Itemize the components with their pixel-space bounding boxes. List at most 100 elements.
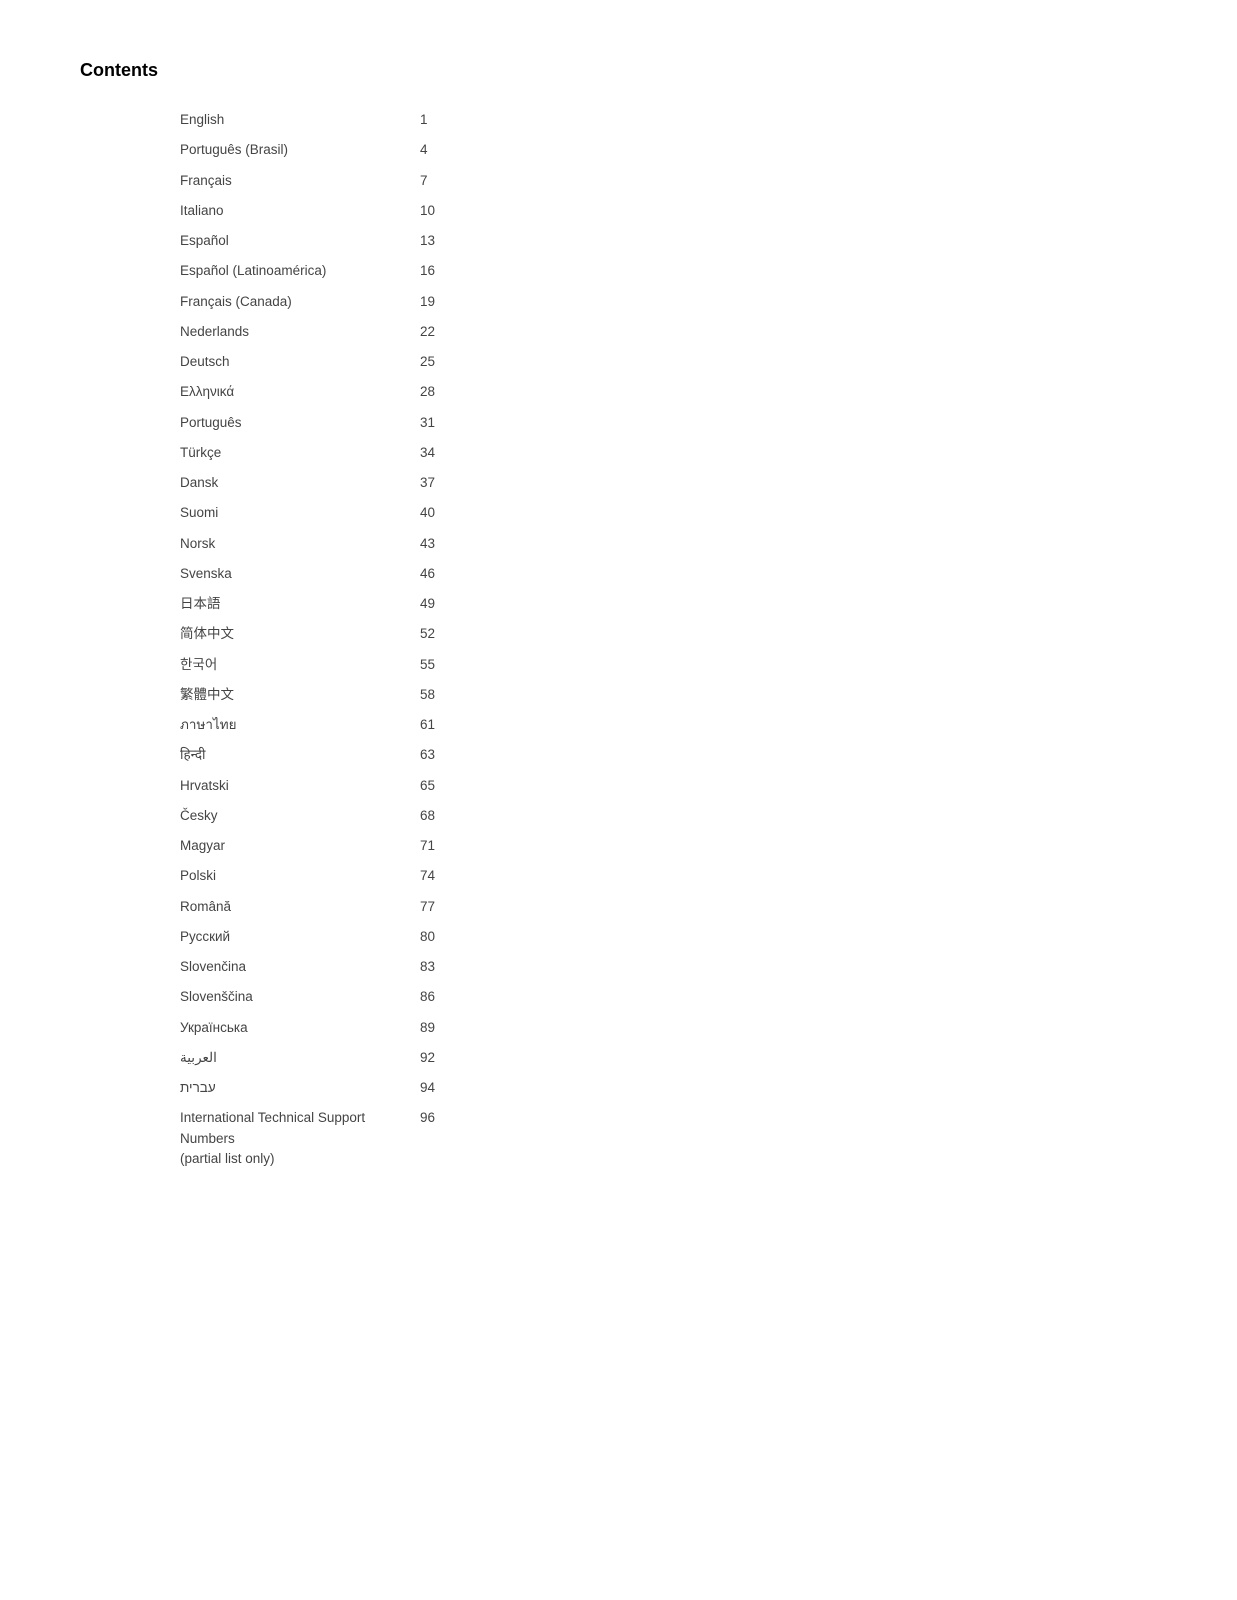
toc-page-number: 7 [420,171,440,191]
toc-label: עברית [180,1078,420,1098]
toc-label: Español [180,231,420,251]
toc-label: International Technical Support Numbers … [180,1108,420,1169]
toc-label: ภาษาไทย [180,715,420,735]
toc-row: Suomi40 [180,498,440,528]
toc-row: 日本語49 [180,589,440,619]
toc-page-number: 65 [420,776,440,796]
toc-page-number: 19 [420,292,440,312]
toc-row: ภาษาไทย61 [180,710,440,740]
toc-row: Deutsch25 [180,347,440,377]
toc-label: Slovenščina [180,987,420,1007]
toc-page-number: 16 [420,261,440,281]
toc-label: Deutsch [180,352,420,372]
toc-page-number: 92 [420,1048,440,1068]
toc-page-number: 10 [420,201,440,221]
toc-row: Česky68 [180,801,440,831]
toc-page-number: 63 [420,745,440,765]
toc-row: Português31 [180,408,440,438]
toc-label: Norsk [180,534,420,554]
toc-page-number: 49 [420,594,440,614]
toc-label: 한국어 [180,655,420,675]
toc-label: हिन्दी [180,745,420,765]
toc-row: Ελληνικά28 [180,377,440,407]
toc-row: Română77 [180,892,440,922]
toc-page-number: 1 [420,110,440,130]
toc-row: हिन्दी63 [180,740,440,770]
toc-label: العربية [180,1048,420,1068]
toc-row: Magyar71 [180,831,440,861]
toc-page-number: 77 [420,897,440,917]
toc-label: Türkçe [180,443,420,463]
toc-row: Hrvatski65 [180,771,440,801]
toc-page-number: 46 [420,564,440,584]
toc-row: Português (Brasil)4 [180,135,440,165]
toc-page-number: 80 [420,927,440,947]
toc-page-number: 25 [420,352,440,372]
toc-table: English1Português (Brasil)4Français7Ital… [180,105,440,1174]
contents-section: Contents English1Português (Brasil)4Fran… [80,60,1157,1174]
toc-row: Slovenčina83 [180,952,440,982]
toc-page-number: 52 [420,624,440,644]
toc-row: Українська89 [180,1013,440,1043]
toc-row: 繁體中文58 [180,680,440,710]
toc-page-number: 74 [420,866,440,886]
toc-label: Українська [180,1018,420,1038]
toc-label: Hrvatski [180,776,420,796]
toc-label: Français [180,171,420,191]
toc-label: Dansk [180,473,420,493]
toc-row: International Technical Support Numbers … [180,1103,440,1174]
toc-page-number: 89 [420,1018,440,1038]
toc-row: Español13 [180,226,440,256]
toc-row: Norsk43 [180,529,440,559]
toc-page-number: 96 [420,1108,440,1128]
toc-page-number: 43 [420,534,440,554]
toc-row: العربية92 [180,1043,440,1073]
toc-page-number: 61 [420,715,440,735]
toc-label: Français (Canada) [180,292,420,312]
toc-row: עברית94 [180,1073,440,1103]
toc-label: Español (Latinoamérica) [180,261,420,281]
toc-page-number: 4 [420,140,440,160]
toc-label: Português [180,413,420,433]
toc-label: Română [180,897,420,917]
toc-label: English [180,110,420,130]
toc-page-number: 58 [420,685,440,705]
toc-row: English1 [180,105,440,135]
toc-label: 日本語 [180,594,420,614]
toc-label: Česky [180,806,420,826]
toc-row: Svenska46 [180,559,440,589]
toc-row: Français7 [180,166,440,196]
toc-row: 简体中文52 [180,619,440,649]
toc-label: Magyar [180,836,420,856]
toc-label: Português (Brasil) [180,140,420,160]
toc-row: Slovenščina86 [180,982,440,1012]
toc-page-number: 68 [420,806,440,826]
toc-row: Dansk37 [180,468,440,498]
toc-page-number: 28 [420,382,440,402]
toc-page-number: 94 [420,1078,440,1098]
toc-page-number: 86 [420,987,440,1007]
toc-row: Türkçe34 [180,438,440,468]
toc-row: Русский80 [180,922,440,952]
toc-page-number: 13 [420,231,440,251]
toc-page-number: 31 [420,413,440,433]
toc-row: Français (Canada)19 [180,287,440,317]
toc-label: 简体中文 [180,624,420,644]
toc-page-number: 55 [420,655,440,675]
toc-page-number: 22 [420,322,440,342]
toc-label: Slovenčina [180,957,420,977]
toc-label: Suomi [180,503,420,523]
toc-row: Nederlands22 [180,317,440,347]
toc-label: Svenska [180,564,420,584]
toc-page-number: 40 [420,503,440,523]
toc-label: Ελληνικά [180,382,420,402]
toc-page-number: 71 [420,836,440,856]
toc-label: Русский [180,927,420,947]
toc-label: 繁體中文 [180,685,420,705]
toc-row: Español (Latinoamérica)16 [180,256,440,286]
toc-row: Polski74 [180,861,440,891]
toc-page-number: 83 [420,957,440,977]
toc-label: Nederlands [180,322,420,342]
toc-label: Polski [180,866,420,886]
contents-heading: Contents [80,60,1157,81]
